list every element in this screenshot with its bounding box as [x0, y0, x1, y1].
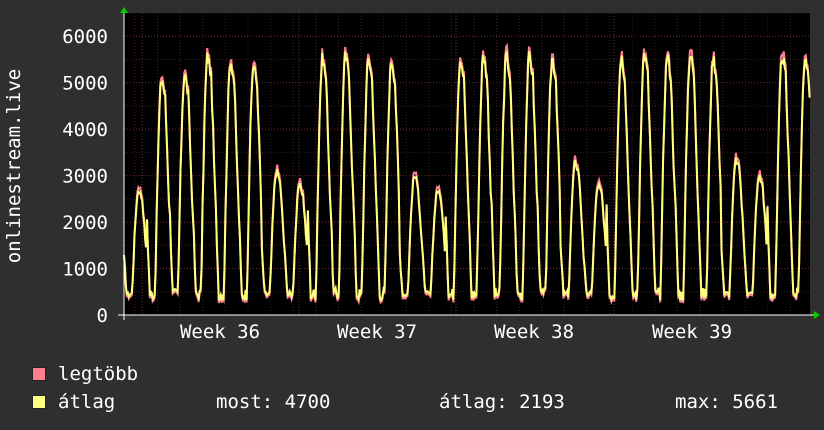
y-tick-label: 4000	[62, 119, 108, 141]
y-tick-label: 5000	[62, 73, 108, 95]
y-axis-ticks: 0 1000 2000 3000 4000 5000 6000	[62, 26, 108, 327]
x-tick-label: Week 37	[337, 321, 417, 343]
x-tick-label: Week 39	[652, 321, 732, 343]
y-tick-label: 1000	[62, 259, 108, 281]
x-axis-ticks: Week 36 Week 37 Week 38 Week 39	[180, 321, 732, 343]
x-tick-label: Week 36	[180, 321, 260, 343]
line-chart: 0 1000 2000 3000 4000 5000 6000 Week 36 Week 37…	[3, 7, 820, 343]
y-axis-label: onlinestream.live	[3, 69, 25, 263]
y-tick-label: 2000	[62, 212, 108, 234]
y-tick-label: 0	[97, 305, 108, 327]
y-axis-arrow-icon	[120, 7, 128, 13]
x-tick-label: Week 38	[494, 321, 574, 343]
y-tick-label: 6000	[62, 26, 108, 48]
y-tick-label: 3000	[62, 166, 108, 188]
x-axis-arrow-icon	[814, 311, 820, 319]
